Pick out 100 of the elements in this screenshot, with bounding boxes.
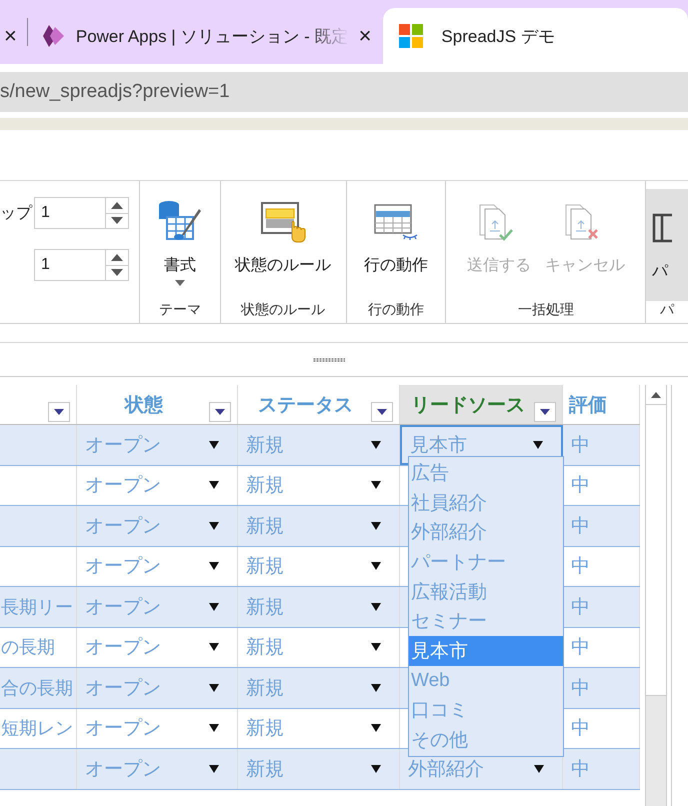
table-cell-text: オープン [85, 514, 162, 539]
close-tab-button[interactable]: × [4, 25, 17, 47]
spinner-value[interactable]: 1 [35, 198, 105, 228]
table-cell-text: 中 [571, 717, 591, 742]
table-cell-text: 中 [571, 758, 591, 782]
browser-tab[interactable]: × [0, 8, 27, 64]
column-header[interactable]: 評価 [569, 392, 607, 418]
dropdown-option[interactable]: セミナー [409, 606, 563, 636]
table-cell-text: オープン [85, 758, 162, 782]
dropdown-arrow-icon[interactable] [371, 684, 381, 692]
table-cell-text: 中 [571, 636, 591, 660]
table-cell-text: オープン [85, 717, 162, 742]
caret-icon [540, 409, 550, 415]
dropdown-arrow-icon[interactable] [371, 602, 381, 611]
dropdown-option[interactable]: 広告 [409, 458, 563, 488]
dropdown-option[interactable]: Web [409, 666, 563, 696]
table-cell-text: 見本市 [410, 434, 468, 458]
table-cell-text: 新規 [246, 676, 285, 701]
table-cell-text: 中 [571, 676, 591, 701]
browser-tab[interactable]: SpreadJS デモ [383, 8, 688, 64]
caret-icon [54, 409, 64, 415]
columns-icon [652, 213, 672, 243]
dropdown-arrow-icon[interactable] [209, 481, 219, 490]
dropdown-arrow-icon[interactable] [534, 764, 544, 773]
ribbon-button[interactable]: パ [646, 189, 688, 301]
table-cell-text: 中 [571, 555, 591, 580]
filter-button[interactable] [48, 402, 70, 422]
dropdown-option[interactable]: 社員紹介 [409, 488, 563, 518]
table-cell-text: の長期 [1, 636, 56, 660]
scroll-up-icon[interactable] [646, 385, 666, 405]
table-cell-text: 新規 [246, 434, 285, 458]
table-cell-text: 新規 [246, 596, 285, 620]
dropdown-arrow-icon[interactable] [209, 724, 219, 732]
filter-button[interactable] [371, 402, 393, 422]
spinner-value[interactable]: 1 [35, 250, 105, 280]
caret-icon [215, 409, 225, 415]
column-header[interactable]: 状態 [125, 392, 163, 418]
table-cell-text: オープン [85, 596, 162, 620]
dropdown-arrow-icon[interactable] [371, 764, 381, 773]
table-cell-text: 短期レン [1, 717, 74, 740]
ribbon-button[interactable]: 書式 [150, 189, 210, 301]
tab-title: SpreadJS デモ [441, 26, 555, 48]
dropdown-arrow-icon[interactable] [209, 522, 219, 530]
dropdown-option[interactable]: パートナー [409, 547, 563, 577]
table-cell-text: 中 [571, 474, 591, 498]
dropdown-option[interactable]: 広報活動 [409, 576, 563, 606]
column-header[interactable]: ステータス [258, 392, 353, 418]
table-cell-text: オープン [85, 676, 162, 701]
dropdown-arrow-icon[interactable] [371, 481, 381, 490]
highlighted-grid-hand-icon [260, 201, 306, 243]
table-cell-text: 中 [571, 434, 591, 458]
table-cell-text: 外部紹介 [408, 758, 485, 782]
dropdown-arrow-icon[interactable] [209, 643, 219, 652]
ribbon-button[interactable]: 行の動作 [357, 189, 436, 301]
number-spinner[interactable]: 1 [34, 249, 129, 281]
table-cell-text: 新規 [246, 717, 285, 742]
table-cell-text: オープン [85, 555, 162, 580]
filter-button[interactable] [534, 402, 556, 422]
dropdown-arrow-icon[interactable] [209, 764, 219, 773]
dropdown-arrow-icon[interactable] [209, 684, 219, 692]
table-cell-text: 合の長期 [1, 676, 74, 700]
browser-tab[interactable]: Power Apps | ソリューション - 既定 × [28, 8, 384, 64]
ribbon-button[interactable]: 状態のルール [228, 189, 338, 301]
dropdown-arrow-icon[interactable] [371, 522, 381, 530]
table-cell-text: 新規 [246, 474, 285, 498]
dropdown-option[interactable]: 口コミ [409, 696, 563, 726]
group-label: テーマ [158, 301, 202, 319]
four-squares-logo-icon [399, 24, 424, 48]
table-cell-text: 中 [571, 514, 591, 539]
table-cell-text: オープン [85, 434, 162, 458]
close-tab-button[interactable]: × [358, 25, 372, 47]
group-label: 状態のルール [240, 301, 326, 319]
splitter-grip-icon[interactable] [313, 358, 345, 362]
table-cell-text: オープン [85, 636, 162, 660]
table-cell-text: 新規 [246, 555, 285, 580]
address-bar[interactable]: s/new_spreadjs?preview=1 [0, 72, 688, 112]
scrollbar-thumb[interactable] [646, 405, 666, 696]
number-spinner[interactable]: 1 [34, 197, 129, 229]
dropdown-option[interactable]: 外部紹介 [409, 517, 563, 548]
caret-icon [377, 409, 387, 415]
group-label: 一括処理 [516, 301, 575, 319]
dropdown-arrow-icon[interactable] [533, 440, 543, 449]
dropdown-arrow-icon[interactable] [371, 562, 381, 570]
dropdown-arrow-icon[interactable] [209, 562, 219, 570]
dropdown-arrow-icon[interactable] [209, 440, 219, 449]
tab-title: Power Apps | ソリューション - 既定 [76, 26, 349, 48]
table-cell-text: オープン [85, 474, 162, 498]
table-cell-text: 新規 [246, 758, 285, 782]
dropdown-option[interactable]: その他 [409, 725, 563, 755]
dropdown-option[interactable]: 見本市 [409, 636, 563, 666]
table-cell-text: 新規 [246, 514, 285, 539]
table-cell-text: 新規 [246, 636, 285, 660]
filter-button[interactable] [209, 402, 231, 422]
dropdown-arrow-icon[interactable] [371, 724, 381, 732]
caret-icon [174, 280, 185, 286]
dropdown-arrow-icon[interactable] [209, 602, 219, 611]
dropdown-arrow-icon[interactable] [371, 643, 381, 652]
group-label: パ [659, 301, 676, 319]
dropdown-arrow-icon[interactable] [371, 440, 381, 449]
table-cell-text: 中 [571, 596, 591, 620]
